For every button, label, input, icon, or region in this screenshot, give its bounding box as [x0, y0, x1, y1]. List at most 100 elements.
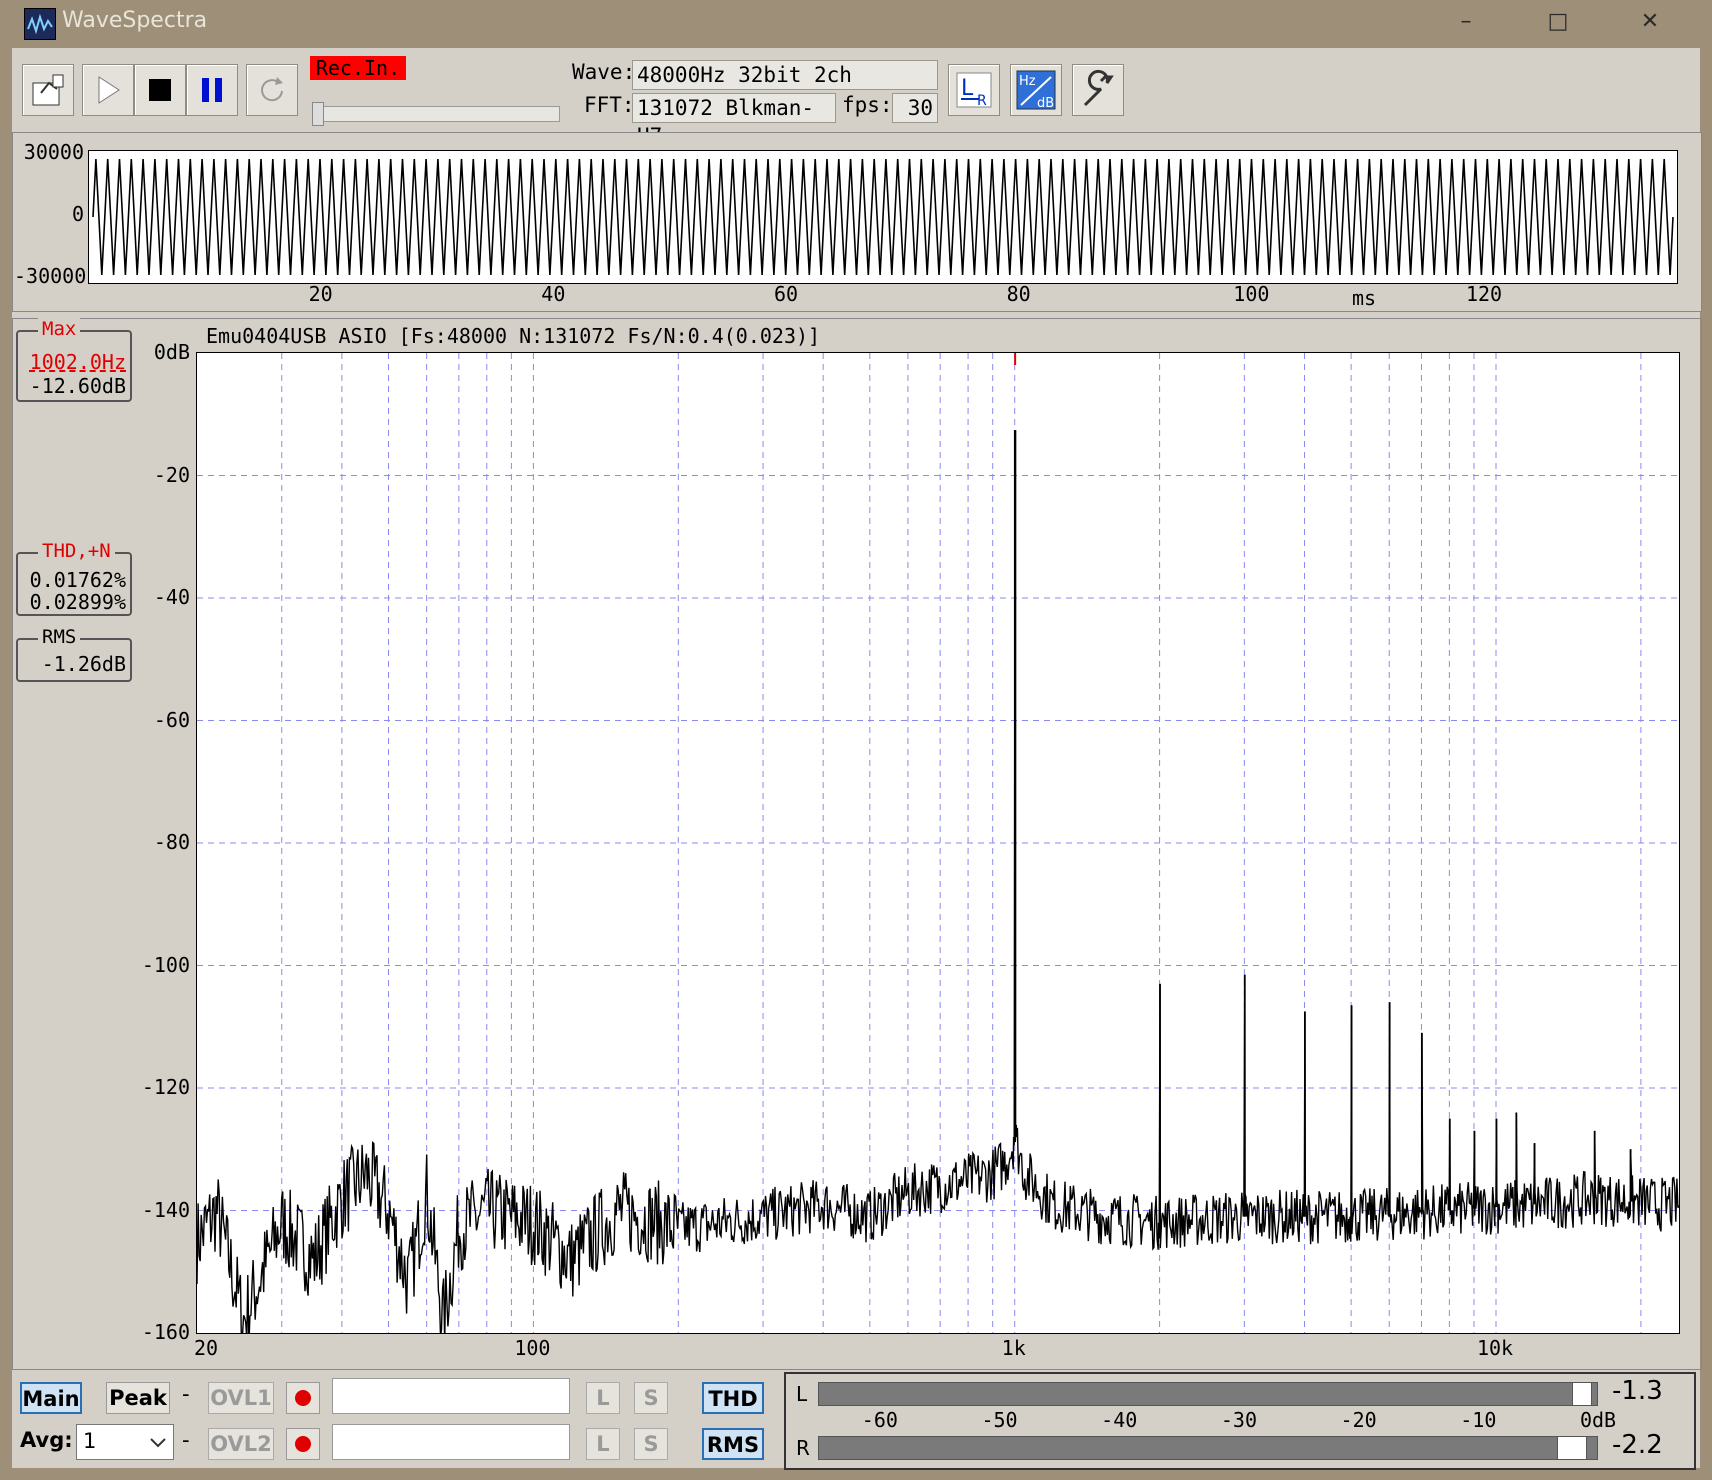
ovl1-s-button[interactable]: S	[634, 1382, 668, 1414]
spectrum-y-tick-label: -40	[153, 585, 190, 609]
meter-l-label: L	[796, 1382, 808, 1406]
wave-x-tick-label: 60	[773, 282, 799, 306]
chevron-down-icon	[150, 1438, 166, 1448]
spectrum-x-tick-label: 1k	[1001, 1336, 1026, 1360]
meter-r-label: R	[796, 1436, 810, 1460]
rms-readout-box: RMS -1.26dB	[16, 626, 132, 682]
meter-scale-label: 0dB	[1579, 1408, 1617, 1432]
ovl1-l-button[interactable]: L	[586, 1382, 620, 1414]
stop-icon	[149, 79, 171, 101]
spectrum-x-tick-label: 20	[193, 1336, 219, 1360]
title-bar: WaveSpectra – □ ✕	[0, 0, 1712, 48]
wave-label: Wave:	[572, 60, 636, 84]
max-title: Max	[38, 318, 81, 340]
lr-channel-icon: L R	[956, 72, 992, 109]
wave-y-label: 30000	[23, 140, 84, 164]
waveform-trace	[92, 158, 1674, 276]
meter-scale-label: -40	[1101, 1408, 1138, 1432]
ovl2-name-field[interactable]	[332, 1424, 570, 1460]
lr-channel-button[interactable]: L R	[948, 64, 1000, 116]
meter-r-bar	[818, 1436, 1598, 1460]
record-icon	[295, 1436, 311, 1452]
ovl2-s-button[interactable]: S	[634, 1428, 668, 1460]
hz-db-scale-button[interactable]: Hz dB	[1010, 64, 1062, 116]
ovl1-button[interactable]: OVL1	[208, 1382, 274, 1414]
maximize-button[interactable]: □	[1512, 0, 1604, 48]
meter-scale-label: -60	[861, 1408, 898, 1432]
meter-scale-label: -10	[1460, 1408, 1497, 1432]
wave-x-tick-label: 120	[1465, 282, 1503, 306]
spectrum-chart	[197, 353, 1679, 1333]
rms-title: RMS	[38, 626, 81, 648]
ovl1-record-button[interactable]	[286, 1382, 320, 1414]
record-icon	[295, 1390, 311, 1406]
spectrum-plot	[196, 352, 1680, 1334]
position-slider-thumb[interactable]	[312, 102, 324, 126]
peak-button[interactable]: Peak	[106, 1382, 170, 1414]
ovl2-l-button[interactable]: L	[586, 1428, 620, 1460]
position-slider-track[interactable]	[312, 106, 560, 122]
ovl1-name-field[interactable]	[332, 1378, 570, 1414]
meter-l-bar	[818, 1382, 1598, 1406]
hz-db-scale-icon: Hz dB	[1016, 70, 1056, 111]
svg-text:Hz: Hz	[1019, 74, 1036, 89]
spectrum-y-tick-label: -120	[141, 1075, 190, 1099]
ovl2-record-button[interactable]	[286, 1428, 320, 1460]
svg-text:L: L	[961, 76, 974, 101]
wave-x-tick-label: 40	[541, 282, 566, 306]
loop-icon	[261, 77, 283, 102]
window-border-left	[0, 48, 12, 1480]
pause-button[interactable]	[186, 64, 238, 116]
thd-button[interactable]: THD	[702, 1382, 764, 1414]
spectrum-trace	[197, 430, 1679, 1333]
stop-button[interactable]	[134, 64, 186, 116]
spectrum-y-tick-label: 0dB	[153, 340, 190, 364]
loop-button[interactable]	[246, 64, 298, 116]
settings-button[interactable]	[1072, 64, 1124, 116]
play-button[interactable]	[82, 64, 134, 116]
svg-text:R: R	[977, 93, 987, 109]
meter-scale-label: -30	[1220, 1408, 1257, 1432]
meter-r-peak	[1556, 1436, 1587, 1460]
rms-button[interactable]: RMS	[702, 1428, 764, 1460]
spectrum-y-tick-label: -80	[153, 830, 190, 854]
meter-l-value: -1.3	[1612, 1376, 1663, 1406]
wave-y-label: -30000	[14, 264, 87, 288]
rec-in-indicator: Rec.In.	[310, 56, 406, 80]
fps-label: fps:	[842, 93, 893, 117]
main-button[interactable]: Main	[20, 1382, 82, 1414]
close-button[interactable]: ✕	[1604, 0, 1696, 48]
minimize-button[interactable]: –	[1420, 0, 1512, 48]
separator-dash: -	[182, 1428, 190, 1452]
meter-scale-label: -20	[1340, 1408, 1377, 1432]
app-icon	[24, 8, 56, 40]
fps-field[interactable]: 30	[892, 93, 938, 123]
avg-value: 1	[83, 1429, 97, 1453]
open-file-button[interactable]	[22, 64, 74, 116]
avg-select[interactable]: 1	[76, 1424, 174, 1460]
fft-setting-field[interactable]: 131072 Blkman-H7	[632, 93, 836, 148]
spectrum-header: Emu0404USB ASIO [Fs:48000 N:131072 Fs/N:…	[206, 324, 821, 348]
meter-r-value: -2.2	[1612, 1430, 1663, 1460]
spectrum-x-tick-label: 100	[514, 1336, 551, 1360]
ovl2-button[interactable]: OVL2	[208, 1428, 274, 1460]
wave-x-tick-label: 100	[1233, 282, 1270, 306]
meter-l-peak	[1572, 1382, 1593, 1406]
fft-label: FFT:	[584, 93, 635, 117]
separator-dash: -	[182, 1382, 190, 1406]
thd-title: THD,+N	[38, 540, 115, 562]
spectrum-x-tick-label: 10k	[1476, 1336, 1514, 1360]
spectrum-y-tick-label: -60	[153, 707, 190, 732]
open-file-icon	[32, 74, 64, 106]
meter-l-fill	[819, 1383, 1582, 1405]
meter-scale-label: -50	[981, 1408, 1018, 1432]
wave-x-tick-label: 80	[1006, 282, 1031, 306]
avg-label: Avg:	[20, 1428, 73, 1452]
spectrum-y-tick-label: -140	[141, 1197, 190, 1222]
window-title: WaveSpectra	[62, 8, 208, 33]
rms-value: -1.26dB	[41, 652, 126, 676]
waveform-plot	[88, 150, 1678, 284]
spectrum-y-tick-label: -20	[153, 462, 190, 487]
wave-x-tick-label: 20	[308, 282, 333, 306]
wave-x-unit: ms	[1351, 286, 1377, 310]
